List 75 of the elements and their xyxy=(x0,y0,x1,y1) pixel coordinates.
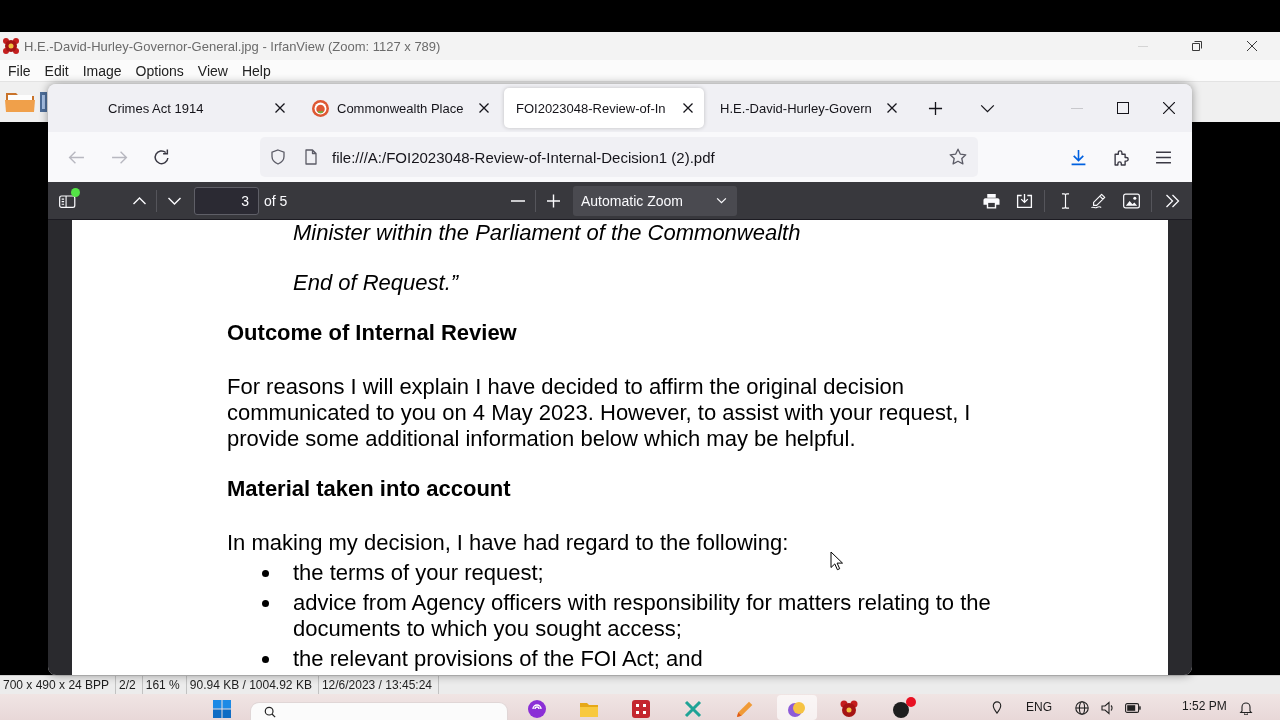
image-icon xyxy=(1122,192,1140,209)
section-heading: Outcome of Internal Review xyxy=(227,320,517,346)
menu-item[interactable]: Options xyxy=(128,60,191,81)
page-count-label: of 5 xyxy=(264,192,288,209)
pencil-icon xyxy=(736,700,754,718)
close-icon xyxy=(1247,41,1257,51)
star-icon xyxy=(949,148,967,166)
round-app-icon xyxy=(892,700,910,718)
bell-icon[interactable] xyxy=(1238,701,1253,715)
window-title: H.E.-David-Hurley-Governor-General.jpg - IrfanView (Zoom: 1127 x 789) xyxy=(24,38,441,54)
paragraph: In making my decision, I have had regard to the following: xyxy=(227,530,789,556)
browser-tab[interactable]: Crimes Act 1914 xyxy=(96,88,296,128)
battery-icon[interactable] xyxy=(1125,703,1141,713)
list-item: advice from Agency officers with responsibility for matters relating to the documents to which you sought access; xyxy=(293,590,992,642)
close-icon xyxy=(683,103,693,113)
browser-tab[interactable]: Commonwealth Place xyxy=(300,88,500,128)
grid-app-icon xyxy=(632,700,650,718)
cross-app-icon xyxy=(684,700,702,718)
chevron-down-icon xyxy=(979,103,995,113)
quote-text: Minister within the Parliament of the Commonwealth xyxy=(293,220,801,246)
browser-tab[interactable]: FOI2023048-Review-of-In xyxy=(504,88,704,128)
location-pin-icon[interactable] xyxy=(992,701,1002,714)
shield-icon[interactable] xyxy=(270,149,286,165)
menu-item[interactable]: Edit xyxy=(37,60,76,81)
app-logo-icon xyxy=(2,37,20,55)
page-icon xyxy=(303,149,319,165)
download-icon xyxy=(1069,148,1087,166)
list-item: the relevant provisions of the FOI Act; and xyxy=(293,646,703,672)
reload-icon xyxy=(152,148,170,166)
folder-icon[interactable] xyxy=(5,90,35,114)
minus-icon xyxy=(511,199,525,202)
bullet-icon xyxy=(262,570,269,577)
app-logo-icon xyxy=(840,700,858,718)
close-icon xyxy=(275,103,285,113)
double-chevron-icon xyxy=(1163,192,1181,209)
menu-item[interactable]: File xyxy=(1,60,38,81)
minimize-icon xyxy=(1071,107,1083,109)
bullet-icon xyxy=(262,656,269,663)
close-icon xyxy=(1163,102,1175,114)
speaker-icon[interactable] xyxy=(1101,701,1115,715)
mouse-pointer-icon xyxy=(830,551,843,571)
sidebar-icon xyxy=(58,192,76,209)
address-bar[interactable]: file:///A:/FOI2023048-Review-of-Internal-Decision1 (2).pdf xyxy=(260,137,978,177)
maximize-icon xyxy=(1117,102,1129,114)
input-language-indicator[interactable]: ENG xyxy=(1026,700,1052,714)
overlapping-circles-icon xyxy=(788,700,806,718)
menu-item[interactable]: View xyxy=(190,60,235,81)
menu-icon xyxy=(1154,148,1172,166)
search-field[interactable] xyxy=(250,702,508,720)
close-icon xyxy=(479,103,489,113)
paragraph: For reasons I will explain I have decided to affirm the original decision communicated to you on 4 May 2023. However, to assist with your request, I provide some additional information below which may be helpful. xyxy=(227,374,972,452)
filmstrip-icon[interactable] xyxy=(40,92,47,112)
list-item: the terms of your request; xyxy=(293,560,544,586)
page-number-field[interactable]: 3 xyxy=(194,186,259,215)
globe-icon[interactable] xyxy=(1075,701,1089,715)
zoom-select[interactable]: Automatic Zoom xyxy=(573,185,737,216)
plus-icon xyxy=(544,192,562,209)
close-icon xyxy=(887,103,897,113)
puzzle-piece-icon xyxy=(1112,148,1130,166)
browser-tab[interactable]: H.E.-David-Hurley-Govern xyxy=(708,88,908,128)
radio-waves-icon xyxy=(528,700,546,718)
caret-icon xyxy=(716,197,727,204)
section-heading: Material taken into account xyxy=(227,476,511,502)
pen-icon xyxy=(1089,192,1107,209)
menu-item[interactable]: Image xyxy=(75,60,129,81)
menu-item[interactable]: Help xyxy=(234,60,278,81)
restore-icon xyxy=(1192,41,1202,51)
bullet-icon xyxy=(262,600,269,607)
folder-icon xyxy=(580,700,598,718)
search-icon xyxy=(264,705,276,718)
save-to-tray-icon xyxy=(1015,192,1033,209)
plus-icon xyxy=(927,100,943,116)
printer-icon xyxy=(982,192,1000,209)
quote-text: End of Request.” xyxy=(293,270,459,296)
clock-text[interactable]: 1:52 PM xyxy=(1182,699,1227,713)
